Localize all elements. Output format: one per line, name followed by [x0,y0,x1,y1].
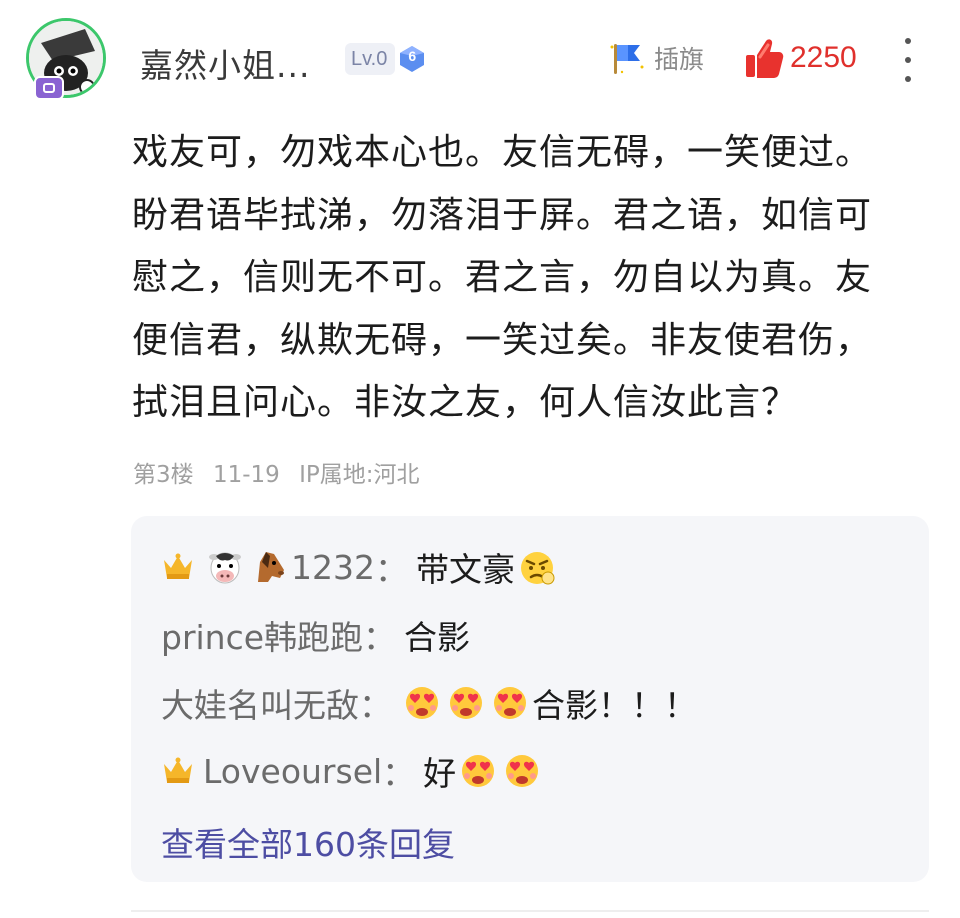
reply-separator: ： [374,550,408,589]
level-badge: Lv.0 6 [345,42,427,76]
ip-location: IP属地:河北 [299,462,420,488]
heart-eyes-emoji [506,755,539,787]
reply-separator: ： [363,618,397,657]
flag-label: 插旗 [654,45,705,74]
reply-author[interactable]: prince韩跑跑 [161,611,363,659]
crown-icon [164,757,192,783]
reply-author[interactable]: 大娃名叫无敌 [161,679,359,727]
reply-text: 带文豪 [415,550,515,589]
post-line: 慰之，信则无不可。君之言，勿自以为真。友 [132,257,873,298]
post-line: 戏友可，勿戏本心也。友信无碍，一笑便过。 [132,132,873,173]
post-date: 11-19 [212,462,280,488]
level-gem-number: 6 [408,48,417,64]
horse-face-emoji [258,552,284,582]
heart-eyes-emoji [462,755,495,787]
post-meta: 第3楼 11-19 IP属地:河北 [133,455,432,489]
reply-item[interactable]: 大娃名叫无敌 ： 合影！！！ [161,680,697,726]
flag-icon [610,44,644,74]
like-count: 2250 [790,41,857,74]
view-all-replies-link[interactable]: 查看全部160条回复 [161,818,455,866]
flag-button[interactable]: 插旗 [608,40,704,76]
reply-author[interactable]: 1232 [291,548,375,587]
reply-item[interactable]: Loveoursel ： 好 [161,748,544,794]
reply-item[interactable]: 1232 ： 带文豪 [161,544,559,590]
more-dot [905,76,911,82]
more-vertical-icon[interactable] [896,38,920,82]
reply-separator: ： [359,686,392,725]
diamond-icon: 6 [397,44,427,74]
divider [131,910,929,912]
reply-item[interactable]: prince韩跑跑 ： 合影 [161,612,470,658]
reply-separator: ： [382,754,416,793]
angry-emoji [520,552,555,585]
level-label: Lv.0 [345,43,396,75]
crown-icon [164,553,192,579]
camera-badge-icon [34,76,64,100]
like-button[interactable]: 2250 [744,36,857,80]
floor-number: 第3楼 [133,462,194,488]
heart-eyes-emoji [494,687,526,719]
reply-text: 好 [423,754,457,793]
heart-eyes-emoji [450,687,482,719]
thumbs-up-icon [746,39,784,78]
post-line: 便信君，纵欺无碍，一笑过矣。非友使君伤， [132,319,873,361]
replies-panel: 1232 ： 带文豪 prince韩跑跑 ： 合影 大娃名叫无敌 ： 合影！！！… [131,516,929,882]
more-dot [905,38,911,44]
reply-author[interactable]: Loveoursel [203,752,382,791]
user-avatar[interactable] [26,18,110,102]
reply-text: 合影 [404,618,471,657]
username[interactable]: 嘉然小姐... [140,39,310,87]
cow-face-emoji [209,552,241,584]
post-line: 盼君语毕拭涕，勿落泪于屏。君之语，如信可 [132,194,873,236]
post-line: 拭泪且问心。非汝之友，何人信汝此言？ [132,382,799,423]
more-dot [905,57,911,63]
post-content: 戏友可，勿戏本心也。友信无碍，一笑便过。 盼君语毕拭涕，勿落泪于屏。君之语，如信… [132,122,932,435]
heart-eyes-emoji [406,687,438,719]
reply-text: 合影！！！ [532,686,697,725]
